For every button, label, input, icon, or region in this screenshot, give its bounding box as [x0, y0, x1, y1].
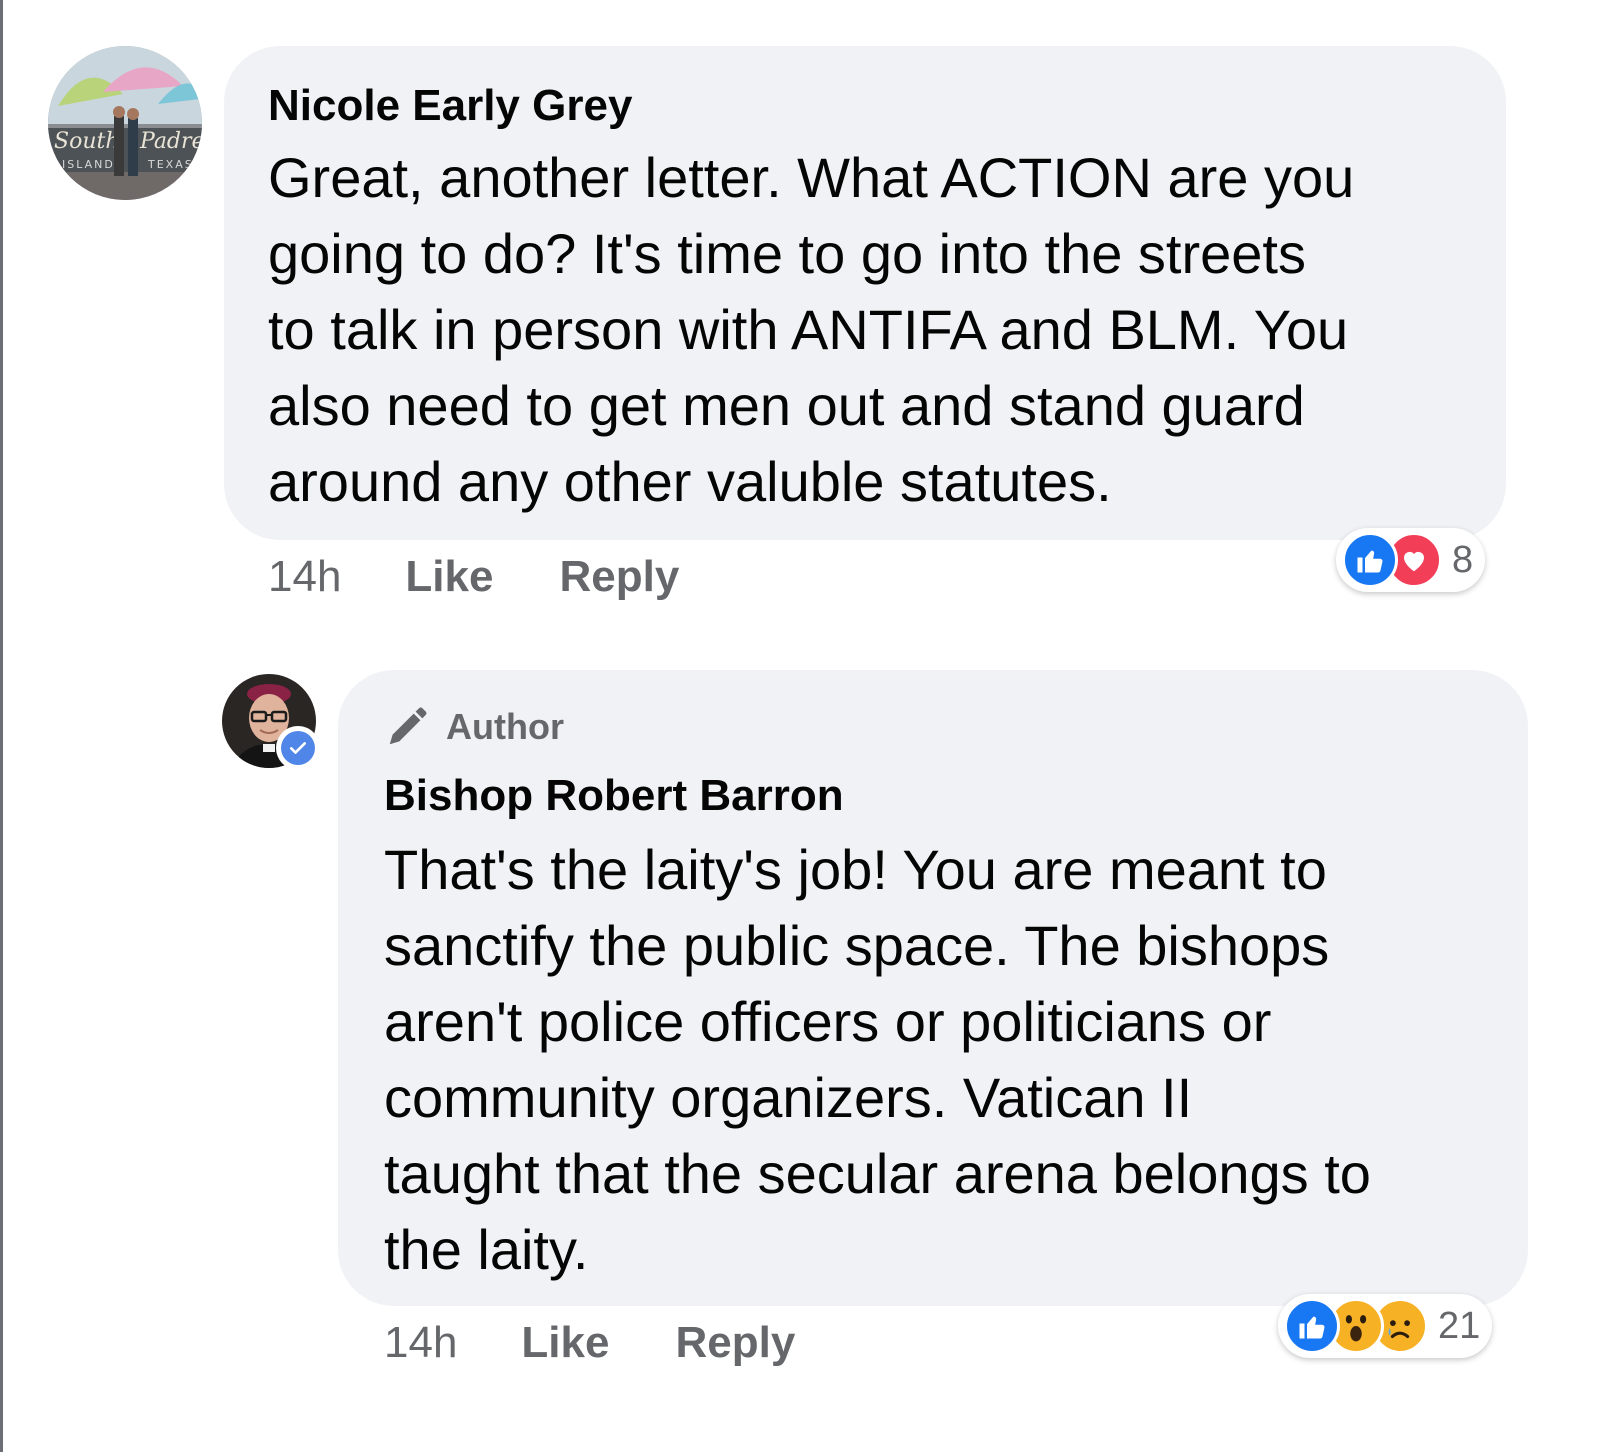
reply-button[interactable]: Reply — [559, 552, 679, 602]
reaction-count: 21 — [1438, 1304, 1481, 1347]
commenter-name[interactable]: Nicole Early Grey — [268, 80, 632, 132]
check-icon — [290, 742, 306, 754]
reply-button[interactable]: Reply — [675, 1318, 795, 1368]
commenter-name[interactable]: Bishop Robert Barron — [384, 770, 844, 822]
left-frame-edge — [0, 0, 3, 1452]
verified-badge — [276, 726, 320, 770]
comment-timestamp[interactable]: 14h — [268, 552, 341, 602]
sign-word-2: Padre — [139, 129, 202, 154]
beach-sign-avatar-icon: South Padre ISLAND TEXAS — [48, 46, 202, 200]
sign-word-1: South — [54, 129, 120, 154]
commenter-avatar[interactable]: South Padre ISLAND TEXAS — [48, 46, 202, 200]
comment-timestamp[interactable]: 14h — [384, 1318, 457, 1368]
sign-word-4: TEXAS — [147, 158, 194, 171]
comment-actions: 14h Like Reply — [384, 1318, 861, 1368]
comment-actions: 14h Like Reply — [268, 552, 745, 602]
reaction-count: 8 — [1452, 538, 1474, 581]
author-badge: Author — [384, 704, 564, 750]
reaction-summary[interactable]: 21 — [1278, 1294, 1493, 1358]
like-button[interactable]: Like — [521, 1318, 609, 1368]
comment-text: Great, another letter. What ACTION are y… — [268, 146, 1355, 513]
like-button[interactable]: Like — [405, 552, 493, 602]
sign-word-3: ISLAND — [62, 158, 115, 171]
comment-text: That's the laity's job! You are meant to… — [384, 838, 1371, 1281]
reaction-summary[interactable]: 8 — [1336, 528, 1486, 592]
author-badge-label: Author — [446, 706, 564, 747]
pen-icon — [389, 707, 427, 745]
like-icon — [1342, 532, 1398, 588]
like-icon — [1284, 1298, 1340, 1354]
